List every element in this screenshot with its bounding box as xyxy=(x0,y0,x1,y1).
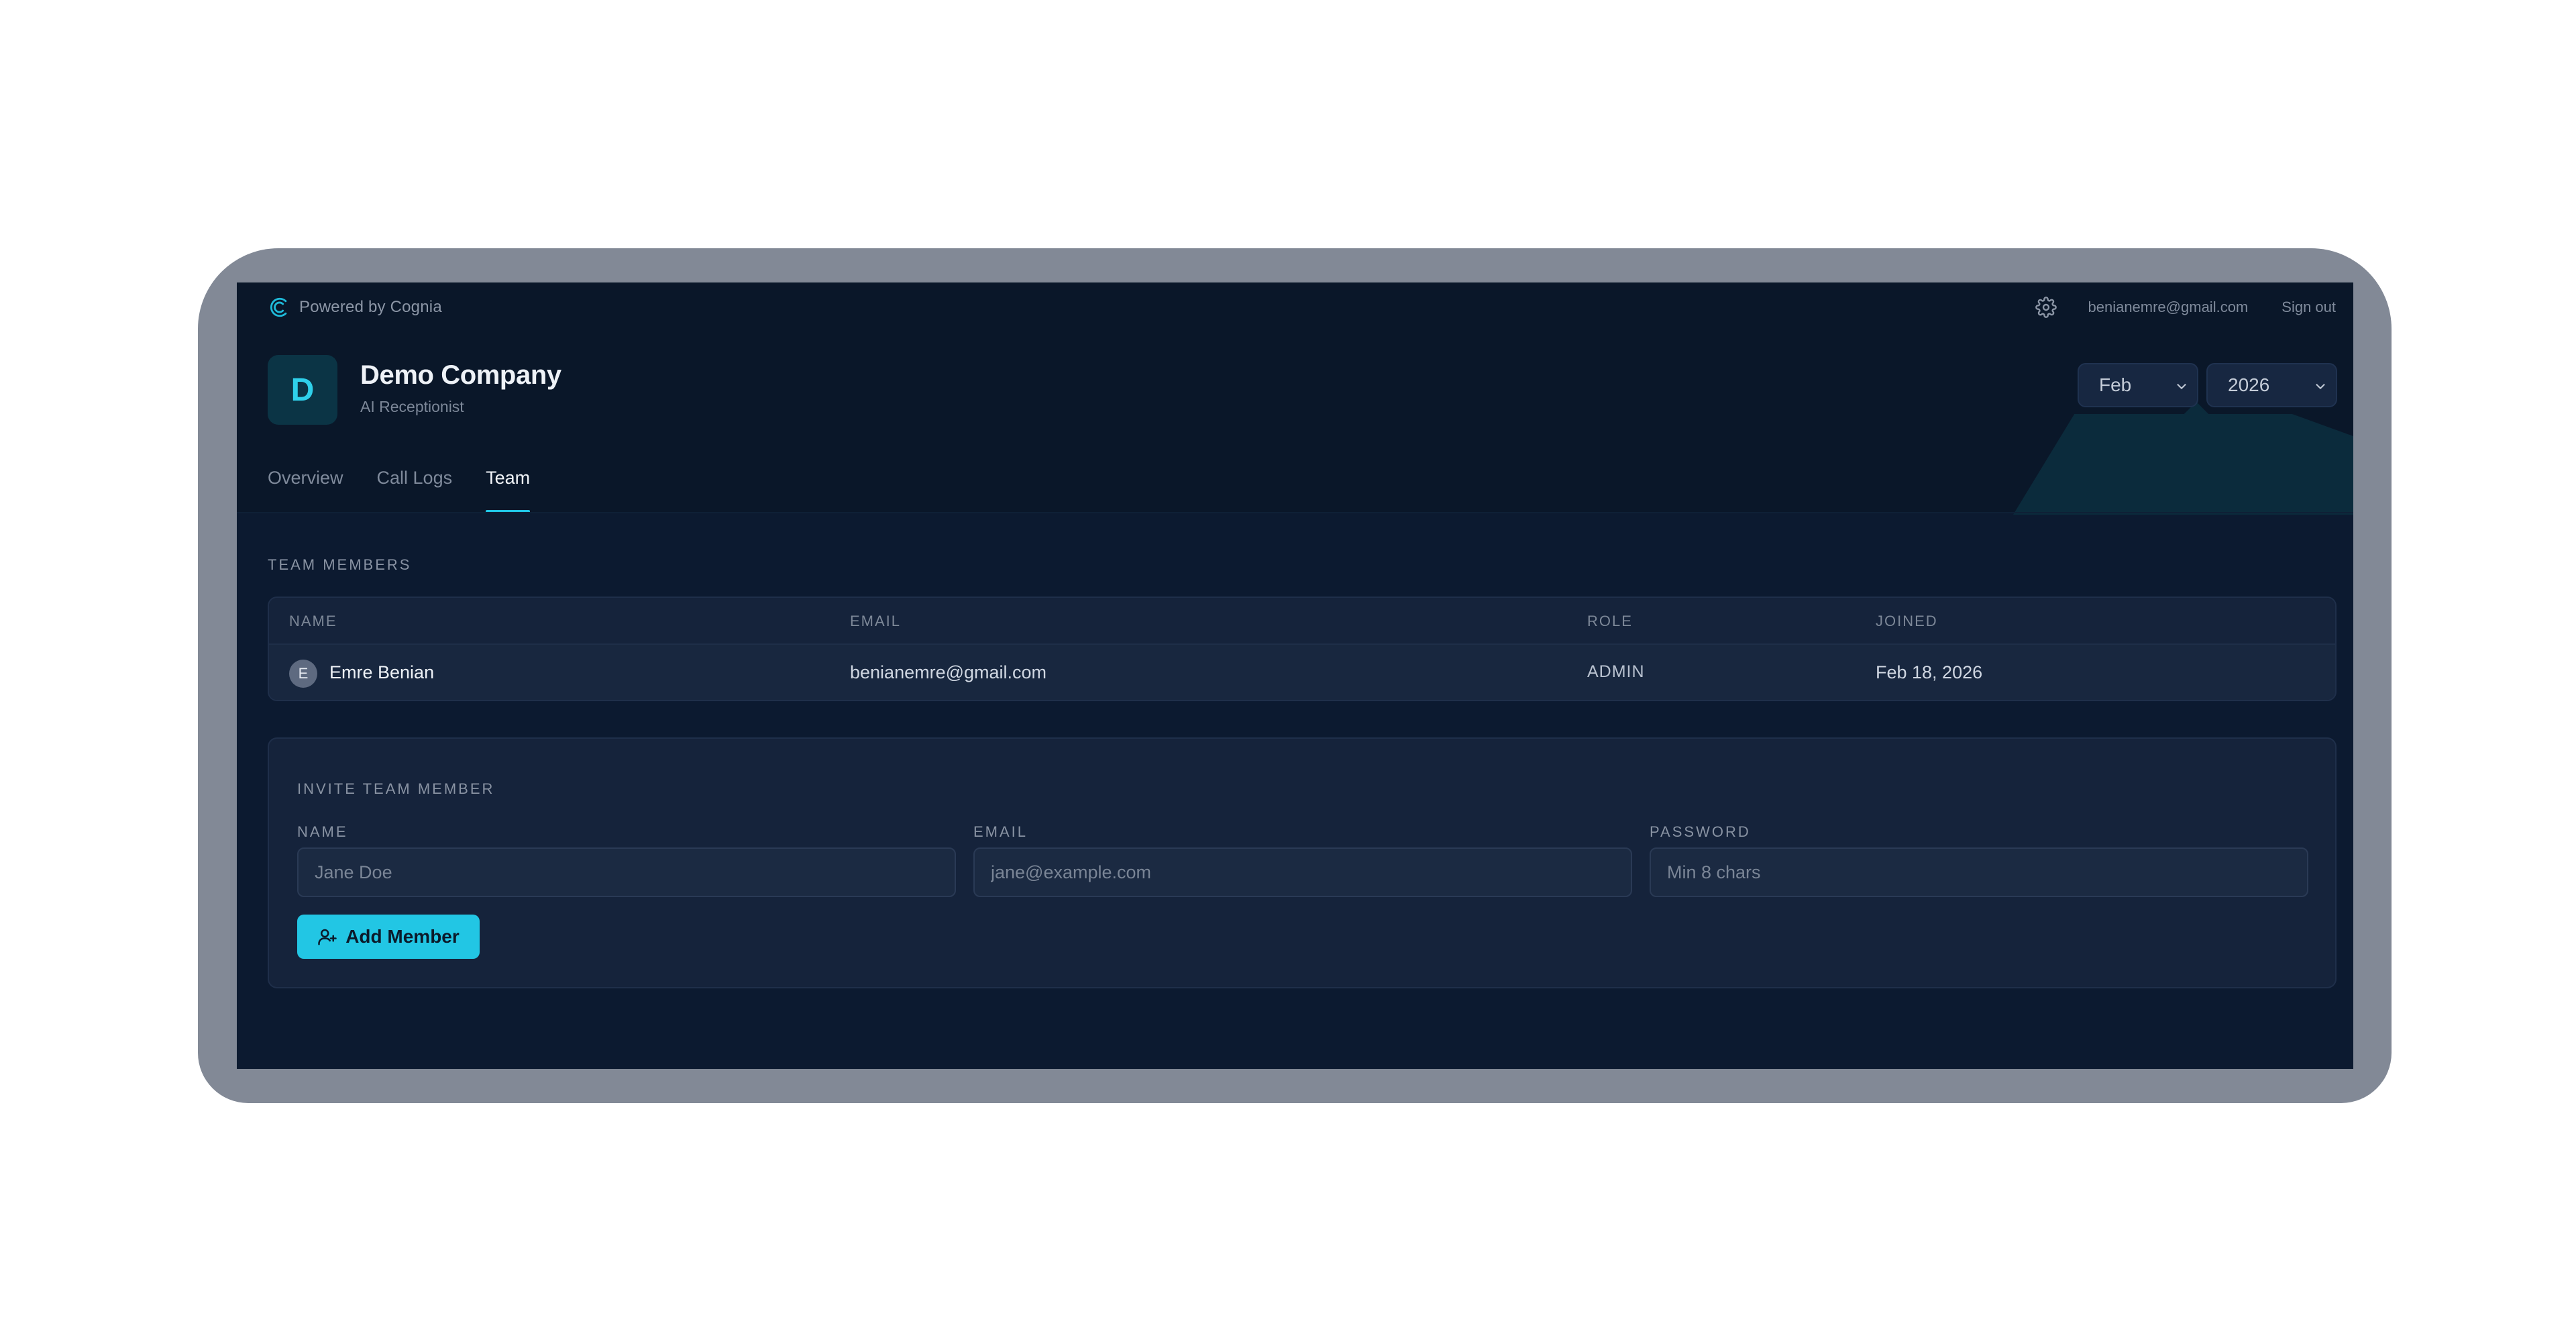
account-area: benianemre@gmail.com Sign out xyxy=(2035,295,2336,320)
month-select[interactable]: Feb xyxy=(2078,363,2198,407)
header-accent-shape xyxy=(2013,414,2353,515)
avatar: E xyxy=(289,660,317,688)
user-email: benianemre@gmail.com xyxy=(2088,299,2249,315)
email-field-label: EMAIL xyxy=(973,823,1028,840)
tab-overview[interactable]: Overview xyxy=(268,465,343,513)
page-header: D Demo Company AI Receptionist Feb 2026 … xyxy=(237,348,2353,515)
password-input[interactable] xyxy=(1650,847,2308,897)
company-name: Demo Company xyxy=(360,360,561,390)
company-subtitle: AI Receptionist xyxy=(360,398,464,415)
member-joined-date: Feb 18, 2026 xyxy=(1876,662,1983,682)
member-name: Emre Benian xyxy=(329,662,435,682)
invite-card: INVITE TEAM MEMBER NAME EMAIL PASSWORD A… xyxy=(268,737,2337,988)
year-select[interactable]: 2026 xyxy=(2206,363,2337,407)
team-members-heading: TEAM MEMBERS xyxy=(268,556,412,573)
user-plus-icon xyxy=(318,929,337,945)
year-select-value: 2026 xyxy=(2228,374,2270,395)
gear-icon[interactable] xyxy=(2035,297,2057,318)
column-header-name: NAME xyxy=(289,613,337,629)
email-input[interactable] xyxy=(973,847,1632,897)
chevron-down-icon xyxy=(2177,384,2186,389)
tab-team[interactable]: Team xyxy=(486,465,531,513)
table-row[interactable]: E Emre Benian benianemre@gmail.com ADMIN… xyxy=(269,645,2335,700)
month-select-value: Feb xyxy=(2099,374,2132,395)
tab-bar: Overview Call Logs Team xyxy=(268,465,564,513)
app-window: Powered by Cognia benianemre@gmail.com S… xyxy=(237,282,2353,1069)
company-avatar: D xyxy=(268,355,337,425)
tab-call-logs[interactable]: Call Logs xyxy=(377,465,453,513)
invite-heading: INVITE TEAM MEMBER xyxy=(297,780,495,797)
top-bar: Powered by Cognia benianemre@gmail.com S… xyxy=(237,282,2353,348)
add-member-button[interactable]: Add Member xyxy=(297,915,480,959)
header-divider xyxy=(237,512,2353,513)
sign-out-link[interactable]: Sign out xyxy=(2282,299,2336,316)
powered-by[interactable]: Powered by Cognia xyxy=(268,295,442,320)
name-input[interactable] xyxy=(297,847,956,897)
cognia-logo-icon xyxy=(270,297,287,317)
powered-by-text: Powered by Cognia xyxy=(299,298,442,316)
name-field-label: NAME xyxy=(297,823,348,840)
chevron-down-icon xyxy=(2316,384,2325,389)
table-header: NAME EMAIL ROLE JOINED xyxy=(269,598,2335,645)
member-role: ADMIN xyxy=(1587,662,1645,681)
team-members-table: NAME EMAIL ROLE JOINED E Emre Benian ben… xyxy=(268,597,2337,701)
add-member-label: Add Member xyxy=(345,926,460,947)
column-header-joined: JOINED xyxy=(1876,613,1938,629)
password-field-label: PASSWORD xyxy=(1650,823,1751,840)
column-header-role: ROLE xyxy=(1587,613,1633,629)
member-email: benianemre@gmail.com xyxy=(850,662,1047,682)
column-header-email: EMAIL xyxy=(850,613,902,629)
